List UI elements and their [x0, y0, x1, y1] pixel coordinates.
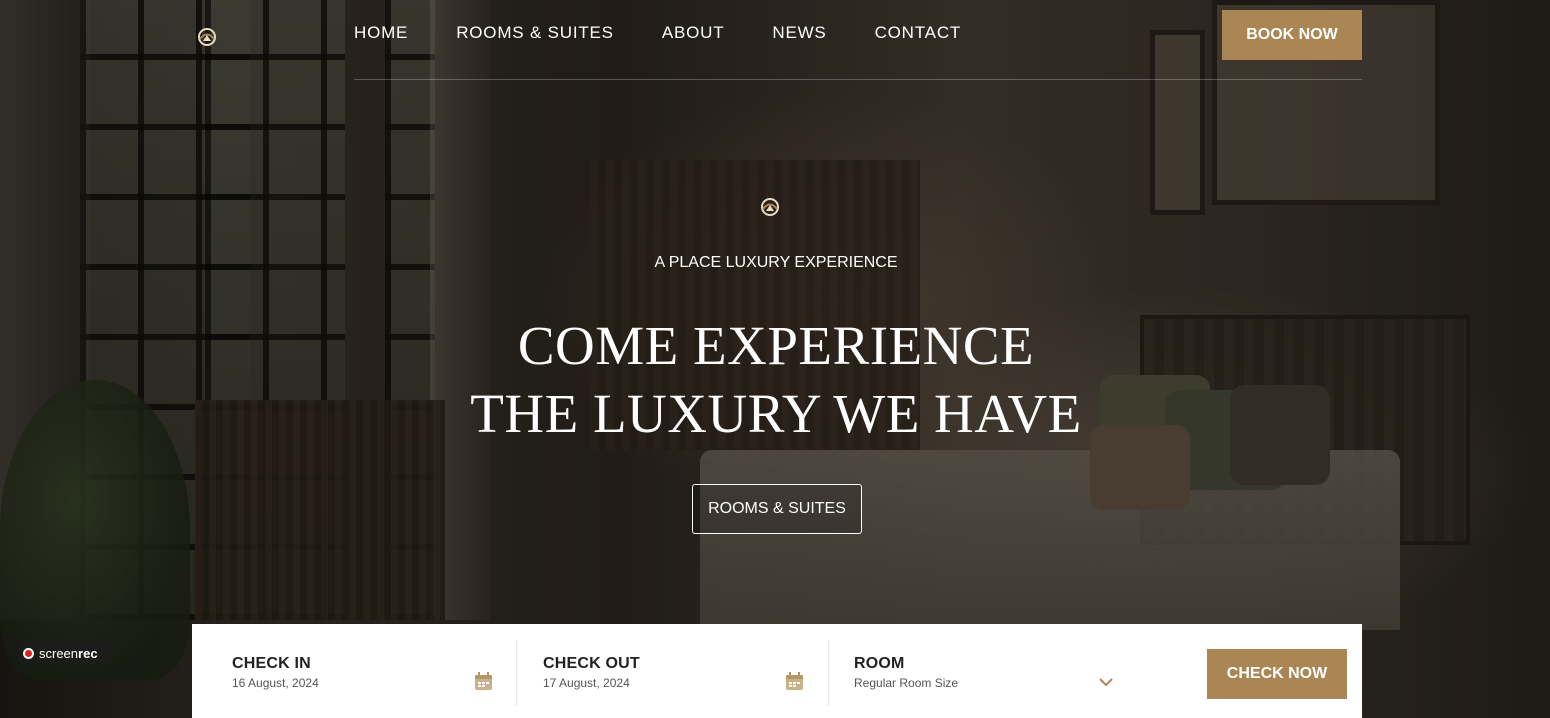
nav-rooms-suites[interactable]: ROOMS & SUITES	[456, 24, 614, 42]
headline-line-2: THE LUXURY WE HAVE	[470, 383, 1082, 444]
screenrec-badge[interactable]: screen rec	[18, 642, 113, 664]
hotel-logo-icon	[759, 196, 781, 218]
booking-bar: CHECK IN 16 August, 2024 CHECK OUT 17 Au…	[192, 624, 1362, 718]
room-value[interactable]: Regular Room Size	[854, 676, 958, 690]
nav-home[interactable]: HOME	[354, 24, 408, 42]
calendar-icon[interactable]	[786, 672, 803, 695]
check-out-value[interactable]: 17 August, 2024	[543, 676, 630, 690]
headline-line-1: COME EXPERIENCE	[517, 315, 1035, 376]
screenrec-brand-light: screen	[39, 645, 79, 661]
nav-divider	[354, 79, 1362, 80]
check-out-field[interactable]: CHECK OUT 17 August, 2024	[543, 624, 803, 718]
room-select[interactable]: ROOM Regular Room Size	[854, 624, 1124, 718]
chevron-down-icon[interactable]	[1098, 674, 1114, 692]
check-in-value[interactable]: 16 August, 2024	[232, 676, 319, 690]
calendar-icon[interactable]	[475, 672, 492, 695]
hero-headline: COME EXPERIENCE THE LUXURY WE HAVE	[0, 312, 1550, 448]
check-in-label: CHECK IN	[232, 655, 311, 672]
book-now-button[interactable]: BOOK NOW	[1222, 10, 1362, 60]
main-nav: HOME ROOMS & SUITES ABOUT NEWS CONTACT	[354, 24, 1009, 42]
check-in-field[interactable]: CHECK IN 16 August, 2024	[232, 624, 492, 718]
check-out-label: CHECK OUT	[543, 655, 640, 672]
field-divider	[516, 640, 517, 706]
nav-about[interactable]: ABOUT	[662, 24, 725, 42]
record-dot-icon	[23, 647, 34, 659]
nav-contact[interactable]: CONTACT	[875, 24, 962, 42]
field-divider	[828, 640, 829, 706]
hotel-logo-icon[interactable]	[196, 26, 218, 48]
screenrec-brand-bold: rec	[78, 645, 98, 661]
nav-news[interactable]: NEWS	[772, 24, 826, 42]
check-now-button[interactable]: CHECK NOW	[1207, 649, 1347, 699]
rooms-suites-button[interactable]: ROOMS & SUITES	[692, 484, 862, 534]
room-label: ROOM	[854, 655, 905, 672]
hero-subtitle: A PLACE LUXURY EXPERIENCE	[654, 254, 898, 271]
